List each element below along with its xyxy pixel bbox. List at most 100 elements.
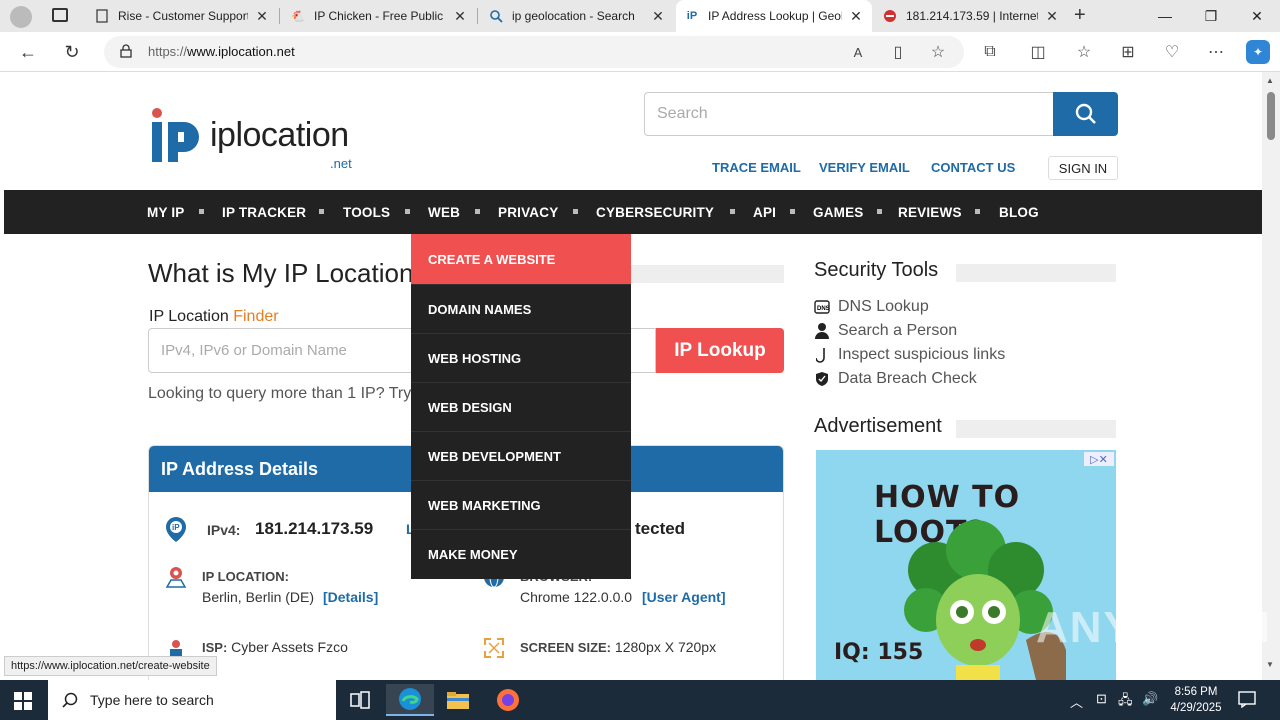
nav-games[interactable]: GAMES	[813, 205, 864, 220]
nav-web[interactable]: WEB	[428, 205, 460, 220]
dns-icon: DNS	[814, 299, 830, 315]
more-menu-icon[interactable]: ⋯	[1204, 40, 1228, 64]
restore-button[interactable]: ❐	[1188, 0, 1234, 32]
search-person-link[interactable]: Search a Person	[814, 322, 957, 340]
tab-iplocation-active[interactable]: iP IP Address Lookup | Geol ✕	[676, 0, 872, 32]
tab-close-icon[interactable]: ✕	[452, 8, 468, 25]
tray-chevron-icon[interactable]: ︿	[1070, 692, 1083, 711]
heading-divider	[630, 265, 784, 283]
tab-internet[interactable]: 181.214.173.59 | Internet ✕	[874, 0, 1068, 32]
dropdown-web-development[interactable]: WEB DEVELOPMENT	[411, 432, 631, 481]
nav-tools[interactable]: TOOLS	[343, 205, 390, 220]
hook-icon	[814, 347, 830, 363]
svg-text:iP: iP	[172, 523, 180, 532]
tab-close-icon[interactable]: ✕	[254, 8, 270, 25]
browser-value: Chrome 122.0.0.0	[520, 589, 633, 605]
taskbar-search[interactable]: Type here to search	[48, 680, 336, 720]
immersive-reader-icon[interactable]: ▯	[886, 40, 910, 64]
back-button[interactable]: ←	[14, 38, 42, 66]
meet-now-icon[interactable]: ⊡	[1096, 691, 1107, 707]
dropdown-make-money[interactable]: MAKE MONEY	[411, 530, 631, 579]
tab-close-icon[interactable]: ✕	[848, 8, 864, 25]
read-aloud-icon[interactable]: A	[846, 40, 870, 64]
site-logo[interactable]: iplocation .net	[150, 106, 370, 171]
nav-reviews[interactable]: REVIEWS	[898, 205, 962, 220]
minimize-button[interactable]: —	[1142, 0, 1188, 32]
nav-privacy[interactable]: PRIVACY	[498, 205, 558, 220]
trace-email-link[interactable]: TRACE EMAIL	[712, 160, 801, 175]
favorites-icon[interactable]: ☆	[1072, 40, 1096, 64]
chicken-icon: 🐔	[291, 10, 305, 23]
scroll-up-icon[interactable]: ▲	[1266, 76, 1274, 85]
nav-cybersecurity[interactable]: CYBERSECURITY	[596, 205, 714, 220]
refresh-button[interactable]: ↻	[58, 38, 86, 66]
nav-my-ip[interactable]: MY IP	[147, 205, 185, 220]
tab-close-icon[interactable]: ✕	[650, 8, 666, 25]
new-tab-button[interactable]: +	[1074, 4, 1086, 27]
task-view-icon[interactable]	[336, 684, 384, 716]
dropdown-create-website[interactable]: CREATE A WEBSITE	[411, 234, 631, 285]
ip-lookup-button[interactable]: IP Lookup	[656, 328, 784, 373]
edge-taskbar-icon[interactable]	[386, 684, 434, 716]
site-search-button[interactable]	[1053, 92, 1118, 136]
dns-lookup-link[interactable]: DNS DNS Lookup	[814, 298, 929, 316]
copilot-icon[interactable]: ✦	[1246, 40, 1270, 64]
location-value: Berlin, Berlin (DE)	[202, 589, 315, 605]
nav-api[interactable]: API	[753, 205, 776, 220]
firefox-icon[interactable]	[484, 684, 532, 716]
ipv4-value: 181.214.173.59	[255, 519, 374, 538]
logo-text: iplocation	[210, 116, 349, 154]
taskbar-search-placeholder: Type here to search	[90, 692, 214, 708]
ad-choices-icon[interactable]: ▷✕	[1084, 452, 1114, 466]
tab-title: ip geolocation - Search	[512, 9, 635, 23]
performance-icon[interactable]: ♡	[1160, 40, 1184, 64]
volume-icon[interactable]: 🔊	[1142, 691, 1158, 707]
detected-text: tected	[635, 519, 686, 538]
nav-blog[interactable]: BLOG	[999, 205, 1039, 220]
tab-rise[interactable]: Rise - Customer Support ✕	[86, 0, 278, 32]
tab-close-icon[interactable]: ✕	[1044, 8, 1060, 25]
taskbar-clock[interactable]: 8:56 PM 4/29/2025	[1164, 684, 1228, 716]
clock-time: 8:56 PM	[1174, 686, 1218, 698]
close-window-button[interactable]: ✕	[1234, 0, 1280, 32]
data-breach-link[interactable]: Data Breach Check	[814, 370, 977, 388]
location-label: IP LOCATION:	[202, 569, 289, 584]
site-search-input[interactable]: Search	[644, 92, 1054, 136]
extensions-icon[interactable]: ⧉	[978, 40, 1002, 64]
favorite-star-icon[interactable]: ☆	[926, 40, 950, 64]
tab-ip-chicken[interactable]: 🐔 IP Chicken - Free Public I ✕	[282, 0, 476, 32]
tab-actions-icon[interactable]	[52, 8, 68, 22]
url-field[interactable]: https://www.iplocation.net A ▯ ☆	[104, 36, 964, 68]
nav-ip-tracker[interactable]: IP TRACKER	[222, 205, 306, 220]
scroll-down-icon[interactable]: ▼	[1266, 660, 1274, 669]
profile-avatar-icon[interactable]	[10, 6, 32, 28]
page-viewport: iplocation .net Search TRACE EMAIL VERIF…	[4, 72, 1262, 680]
dropdown-web-marketing[interactable]: WEB MARKETING	[411, 481, 631, 530]
location-details-link[interactable]: [Details]	[323, 589, 378, 605]
split-screen-icon[interactable]: ◫	[1026, 40, 1050, 64]
verify-email-link[interactable]: VERIFY EMAIL	[819, 160, 910, 175]
location-pin-icon	[163, 564, 189, 590]
status-bar-url: https://www.iplocation.net/create-websit…	[4, 656, 217, 676]
advertisement-divider	[956, 420, 1116, 438]
notifications-icon[interactable]	[1238, 690, 1256, 713]
dropdown-web-hosting[interactable]: WEB HOSTING	[411, 334, 631, 383]
start-button[interactable]	[14, 692, 32, 715]
file-explorer-icon[interactable]	[434, 684, 482, 716]
address-bar: ← ↻ https://www.iplocation.net A ▯ ☆ ⧉ ◫…	[0, 32, 1280, 72]
tab-search[interactable]: ip geolocation - Search ✕	[480, 0, 674, 32]
dropdown-web-design[interactable]: WEB DESIGN	[411, 383, 631, 432]
user-agent-link[interactable]: [User Agent]	[642, 589, 726, 605]
lock-icon[interactable]	[120, 44, 132, 63]
contact-us-link[interactable]: CONTACT US	[931, 160, 1015, 175]
scrollbar-thumb[interactable]	[1267, 92, 1275, 140]
collections-icon[interactable]: ⊞	[1116, 40, 1140, 64]
dropdown-domain-names[interactable]: DOMAIN NAMES	[411, 285, 631, 334]
url-text[interactable]: https://www.iplocation.net	[148, 44, 295, 59]
network-icon[interactable]: 🖧	[1118, 691, 1133, 713]
page-title: What is My IP Location	[148, 258, 414, 288]
inspect-links-link[interactable]: Inspect suspicious links	[814, 346, 1005, 364]
sign-in-button[interactable]: SIGN IN	[1048, 156, 1118, 180]
search-icon	[62, 692, 78, 708]
page-scrollbar[interactable]: ▲ ▼	[1262, 72, 1280, 680]
